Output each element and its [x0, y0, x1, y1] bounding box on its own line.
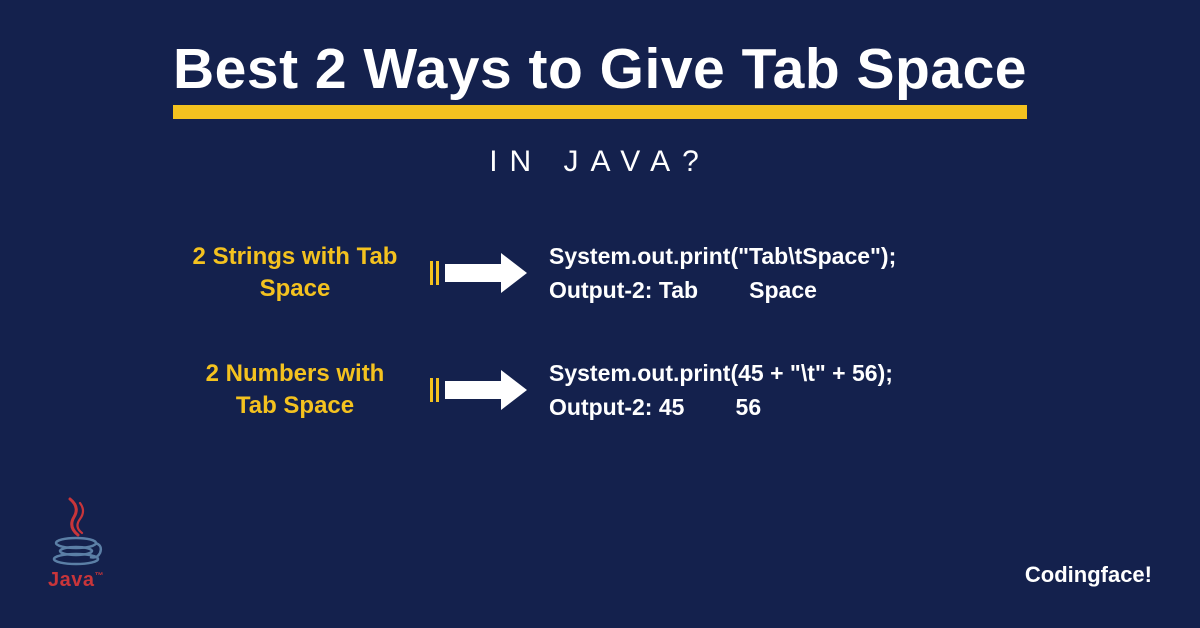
arrow-icon [430, 253, 527, 293]
page-title: Best 2 Ways to Give Tab Space [173, 38, 1027, 119]
example-row: 2 Numbers with Tab Space System.out.prin… [0, 356, 1200, 425]
page-subtitle: IN JAVA? [0, 145, 1200, 179]
code-line: System.out.print("Tab\tSpace"); [549, 239, 896, 274]
content-area: 2 Strings with Tab Space System.out.prin… [0, 239, 1200, 425]
java-logo-text: Java™ [48, 569, 104, 592]
code-block: System.out.print(45 + "\t" + 56); Output… [549, 356, 893, 425]
example-row: 2 Strings with Tab Space System.out.prin… [0, 239, 1200, 308]
code-block: System.out.print("Tab\tSpace"); Output-2… [549, 239, 896, 308]
example-label: 2 Strings with Tab Space [190, 241, 400, 306]
example-label: 2 Numbers with Tab Space [190, 358, 400, 423]
output-line: Output-2: 45 56 [549, 390, 893, 425]
brand-watermark: Codingface! [1025, 562, 1152, 588]
java-logo: Java™ [48, 497, 104, 592]
code-line: System.out.print(45 + "\t" + 56); [549, 356, 893, 391]
arrow-icon [430, 370, 527, 410]
output-line: Output-2: Tab Space [549, 273, 896, 308]
java-cup-icon [48, 497, 104, 567]
